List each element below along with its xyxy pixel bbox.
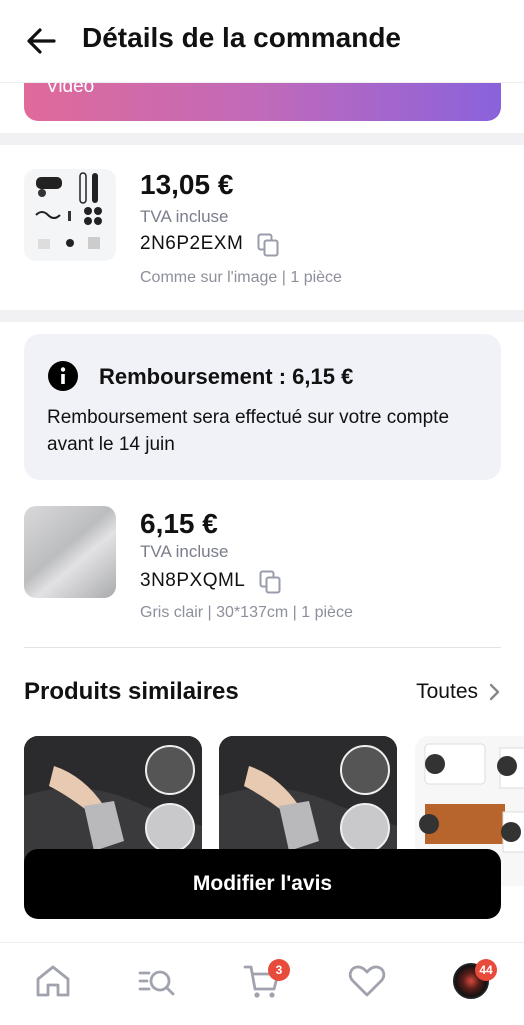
order-item-code: 2N6P2EXM bbox=[140, 233, 244, 254]
order-item-row: 13,05 € TVA incluse 2N6P2EXM Comme sur l… bbox=[0, 145, 524, 310]
refund-info-box: Remboursement : 6,15 € Remboursement ser… bbox=[24, 334, 501, 480]
tax-note: TVA incluse bbox=[140, 207, 229, 226]
section-separator bbox=[0, 133, 524, 145]
item-price: 6,15 € bbox=[140, 508, 218, 539]
item-variant: Gris clair | 30*137cm | 1 pièce bbox=[140, 604, 353, 621]
heart-icon[interactable] bbox=[347, 961, 387, 1001]
home-icon[interactable] bbox=[33, 961, 73, 1001]
page-title: Détails de la commande bbox=[82, 22, 402, 53]
profile-notification-badge: 44 bbox=[475, 959, 497, 981]
profile-nav-button[interactable]: 44 bbox=[453, 959, 497, 999]
product-image-intercom-kit[interactable] bbox=[24, 169, 116, 261]
info-icon bbox=[48, 361, 78, 391]
refund-title: Remboursement : 6,15 € bbox=[99, 364, 354, 389]
see-all-link[interactable]: Toutes bbox=[416, 680, 500, 704]
cart-count-badge: 3 bbox=[268, 959, 290, 981]
similar-products-title: Produits similaires bbox=[24, 678, 239, 705]
refund-message: Remboursement sera effectué sur votre co… bbox=[47, 407, 450, 455]
back-arrow-icon[interactable] bbox=[24, 24, 58, 58]
section-separator bbox=[0, 310, 524, 322]
tax-note: TVA incluse bbox=[140, 542, 229, 561]
search-list-icon[interactable] bbox=[137, 961, 177, 1001]
product-image-leather-patch[interactable] bbox=[24, 506, 116, 598]
chevron-right-icon bbox=[489, 683, 500, 701]
edit-review-button[interactable]: Modifier l'avis bbox=[24, 849, 501, 919]
see-all-label: Toutes bbox=[416, 680, 478, 703]
divider bbox=[24, 647, 501, 648]
copy-icon[interactable] bbox=[257, 233, 279, 257]
item-price: 13,05 € bbox=[140, 169, 234, 200]
copy-icon[interactable] bbox=[259, 570, 281, 594]
order-item-row: 6,15 € TVA incluse 3N8PXQML Gris clair |… bbox=[0, 484, 524, 644]
cart-nav-button[interactable]: 3 bbox=[242, 959, 290, 1001]
item-variant: Comme sur l'image | 1 pièce bbox=[140, 269, 342, 286]
bottom-navigation: 3 44 bbox=[0, 942, 524, 1025]
top-app-bar: Détails de la commande bbox=[0, 0, 524, 82]
order-item-code: 3N8PXQML bbox=[140, 570, 246, 591]
